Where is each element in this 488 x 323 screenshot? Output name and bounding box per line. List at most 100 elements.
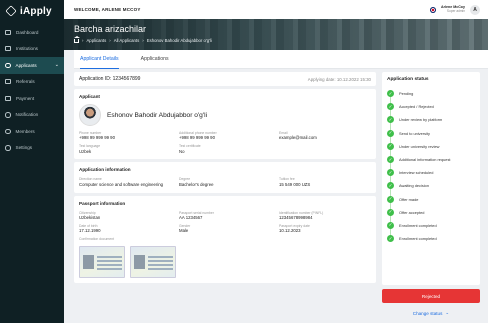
sidebar-item-members[interactable]: Members	[0, 123, 64, 140]
topbar: WELCOME, ARLENE MCCOY Arlene McCoy Super…	[64, 0, 488, 19]
check-icon: ✓	[387, 221, 394, 229]
field-additional-phone: Additional phone number +998 99 999 99 9…	[179, 131, 271, 141]
section-title: Application information	[79, 167, 131, 173]
sidebar-item-label: Dashboard	[16, 29, 39, 35]
field-value: Computer science and software engineerin…	[79, 181, 164, 187]
field-date-of-birth: Date of birth 17.12.1990	[79, 224, 171, 234]
check-icon: ✓	[387, 195, 394, 203]
passport-front-image[interactable]	[79, 245, 125, 278]
sidebar-item-institutions[interactable]: Institutions	[0, 41, 64, 58]
breadcrumb-separator: ›	[142, 38, 144, 43]
status-step: ✓ Interview scheduled	[387, 166, 475, 179]
user-info[interactable]: Arlene McCoy Super admin	[441, 5, 465, 13]
status-step-label: Awaiting decision	[399, 183, 429, 189]
sidebar-item-settings[interactable]: Settings	[0, 140, 64, 157]
field-test-certificate: Test certificate No	[179, 144, 271, 154]
rejected-button[interactable]: Rejected	[382, 289, 480, 303]
avatar[interactable]: A	[470, 4, 480, 15]
field-value: +998 99 999 99 90	[179, 135, 215, 141]
breadcrumb: › Applicants › All Applicants › Eshonov …	[74, 36, 212, 43]
status-step-label: Offer accepted	[399, 209, 425, 215]
status-title: Application status	[387, 77, 429, 82]
sidebar-item-label: Payment	[16, 95, 35, 101]
building-icon	[5, 46, 11, 52]
sidebar-item-label: Settings	[15, 145, 33, 151]
field-phone: Phone number +998 99 999 99 90	[79, 131, 171, 141]
field-pinfl: Identification number (PINFL) 1234567899…	[279, 211, 371, 221]
sidebar-item-label: Institutions	[16, 46, 38, 52]
field-value: +998 99 999 99 90	[79, 135, 115, 141]
applicant-identity: Eshonov Bahodir Abdujabbor o'g'li	[79, 104, 371, 126]
field-direction: Direction name Computer science and soft…	[79, 177, 171, 187]
status-step-label: Accepted / Rejected	[399, 104, 434, 110]
status-step-label: Enrollment completed	[399, 236, 437, 242]
status-step: ✓ Offer accepted	[387, 206, 475, 219]
users-icon	[5, 62, 11, 68]
field-passport-expiry: Passport expiry date 10.12.2023	[279, 224, 371, 234]
sidebar-item-payment[interactable]: Payment	[0, 90, 64, 107]
field-email: Email example@mail.com	[279, 131, 371, 141]
check-icon: ✓	[387, 142, 394, 150]
applicant-card: Applicant Eshonov Bahodir Abdujabbor o'g…	[74, 89, 376, 160]
field-value: Uzbek	[79, 148, 92, 154]
gear-icon	[5, 145, 11, 151]
sidebar-item-notification[interactable]: Notification	[0, 107, 64, 124]
field-value: No	[179, 148, 185, 154]
sidebar-item-referrals[interactable]: Referrals	[0, 74, 64, 91]
tab-applications[interactable]: Applications	[141, 50, 169, 69]
status-step: ✓ Additional information request	[387, 153, 475, 166]
user-area: Arlene McCoy Super admin A	[430, 4, 480, 15]
breadcrumb-item[interactable]: All Applicants	[114, 38, 140, 43]
brand[interactable]: iApply	[0, 0, 64, 24]
sidebar-item-dashboard[interactable]: Dashboard	[0, 24, 64, 41]
applicant-fields: Phone number +998 99 999 99 90 Additiona…	[79, 131, 371, 154]
field-passport-number: Passport serial number AA 1234567	[179, 211, 271, 221]
field-value: 12345678998984	[279, 215, 313, 221]
field-degree: Degree Bachelor's degree	[179, 177, 271, 187]
section-title: Applicant	[79, 94, 100, 99]
check-icon: ✓	[387, 208, 394, 216]
check-icon: ✓	[387, 103, 394, 111]
main-content: Application ID: 1234567899 Applying date…	[74, 72, 376, 286]
sidebar: iApply Dashboard Institutions Applicants…	[0, 0, 64, 323]
status-step-label: Send to university	[399, 130, 430, 136]
breadcrumb-separator: ›	[109, 38, 111, 43]
change-status-button[interactable]: Change status ⌄	[382, 307, 480, 319]
application-id: Application ID: 1234567899	[79, 76, 141, 82]
field-value: Bachelor's degree	[179, 181, 214, 187]
status-step: ✓ Enrollment completed	[387, 219, 475, 232]
sidebar-item-applicants[interactable]: Applicants ⌄	[0, 57, 64, 74]
status-step-label: Additional information request	[399, 157, 451, 163]
people-icon	[5, 128, 11, 134]
field-value: 15 549 000 UZS	[279, 181, 311, 187]
status-step-label: Under university review	[399, 143, 440, 149]
document-thumbnails	[79, 245, 371, 278]
share-icon	[5, 79, 11, 85]
change-status-label: Change status	[412, 310, 443, 316]
passport-back-image[interactable]	[130, 245, 176, 278]
check-icon: ✓	[387, 182, 394, 190]
status-step-label: Enrollment completed	[399, 222, 437, 228]
check-icon: ✓	[387, 156, 394, 164]
tab-applicant-details[interactable]: Applicant Details	[80, 50, 119, 69]
field-value: Uzbekistan	[79, 215, 101, 221]
status-step: ✓ Accepted / Rejected	[387, 100, 475, 113]
status-step-label: Pending	[399, 91, 414, 97]
welcome-text: WELCOME, ARLENE MCCOY	[74, 7, 141, 12]
application-info-fields: Direction name Computer science and soft…	[79, 177, 371, 187]
breadcrumb-current: Eshonov Bahodir Abdujabbor o'g'li	[146, 38, 212, 43]
sidebar-item-label: Members	[15, 128, 35, 134]
status-step-label: Offer made	[399, 196, 419, 202]
logo-icon	[5, 5, 17, 17]
status-timeline: ✓ Pending ✓ Accepted / Rejected ✓ Under rev…	[387, 87, 475, 245]
home-icon[interactable]	[74, 36, 80, 43]
applicant-photo	[79, 104, 101, 126]
chevron-down-icon: ⌄	[445, 310, 450, 315]
breadcrumb-item[interactable]: Applicants	[86, 38, 106, 43]
status-step: ✓ Under review by platform	[387, 113, 475, 126]
page-title: Barcha arizachilar	[74, 24, 147, 34]
status-step: ✓ Enrollment completed	[387, 232, 475, 245]
field-test-language: Test language Uzbek	[79, 144, 171, 154]
language-flag-icon[interactable]	[430, 6, 437, 13]
status-step: ✓ Send to university	[387, 127, 475, 140]
